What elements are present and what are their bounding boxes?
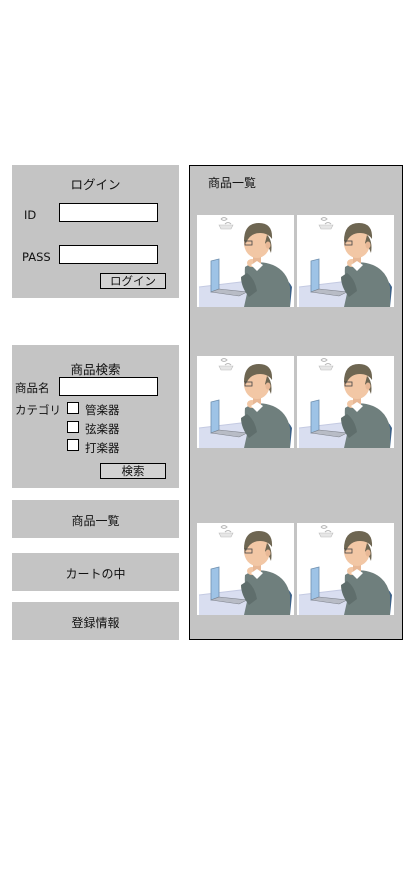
login-panel: ログイン ID PASS ログイン [12,165,179,298]
product-image-icon [297,215,394,307]
product-card[interactable] [297,523,394,615]
product-card[interactable] [297,215,394,307]
product-card[interactable] [297,356,394,448]
product-name-input[interactable] [59,377,158,396]
product-list-title: 商品一覧 [208,176,257,190]
login-title: ログイン [70,177,121,192]
id-input[interactable] [59,203,158,222]
product-card[interactable] [197,215,294,307]
nav-registration-info-label: 登録情報 [71,616,120,630]
product-image-icon [197,215,294,307]
nav-cart-label: カートの中 [65,567,126,581]
category-option-label: 打楽器 [85,441,120,455]
product-image-icon [197,523,294,615]
product-image-icon [197,356,294,448]
search-button[interactable]: 検索 [100,463,166,479]
product-list-panel: 商品一覧 [189,165,403,640]
category-option-label: 管楽器 [85,403,120,417]
id-label: ID [24,208,37,222]
nav-product-list-label: 商品一覧 [71,514,120,528]
category-checkbox-wind[interactable] [67,402,79,414]
pass-label: PASS [22,250,51,264]
product-card[interactable] [197,356,294,448]
nav-registration-info[interactable]: 登録情報 [12,602,179,640]
category-label: カテゴリ [15,403,61,417]
nav-product-list[interactable]: 商品一覧 [12,500,179,538]
category-option-label: 弦楽器 [85,422,120,436]
product-image-icon [297,523,394,615]
search-panel: 商品検索 商品名 カテゴリ 管楽器 弦楽器 打楽器 検索 [12,345,179,488]
product-name-label: 商品名 [15,381,50,395]
pass-input[interactable] [59,245,158,264]
category-checkbox-percussion[interactable] [67,439,79,451]
nav-cart[interactable]: カートの中 [12,553,179,591]
search-title: 商品検索 [70,362,121,377]
product-image-icon [297,356,394,448]
product-card[interactable] [197,523,294,615]
login-button[interactable]: ログイン [100,273,166,289]
category-checkbox-string[interactable] [67,421,79,433]
